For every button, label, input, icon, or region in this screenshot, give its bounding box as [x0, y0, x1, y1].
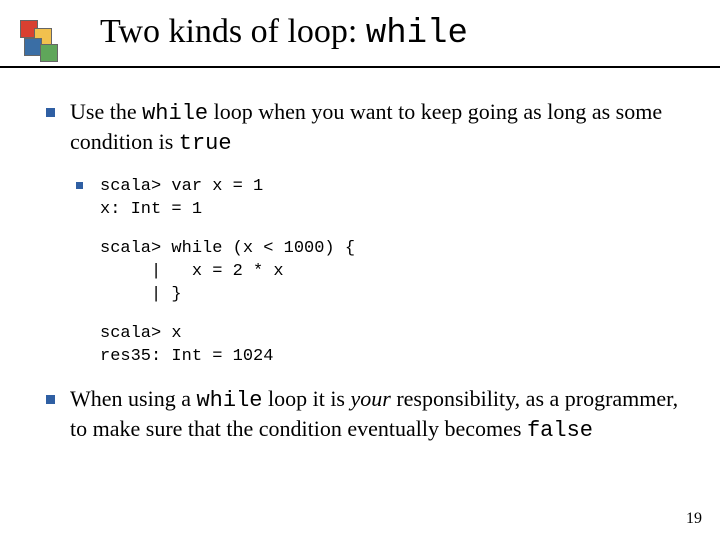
title-code: while: [366, 15, 468, 53]
slide-title: Two kinds of loop: while: [100, 13, 468, 53]
bullet-2-code-a: while: [196, 388, 262, 413]
bullet-2-emph: your: [351, 386, 391, 411]
slide-body: Use the while loop when you want to keep…: [0, 68, 720, 445]
logo-icon: [20, 20, 68, 68]
bullet-1-code-a: while: [142, 101, 208, 126]
slide: Two kinds of loop: while Use the while l…: [0, 0, 720, 540]
title-text: Two kinds of loop:: [100, 13, 366, 50]
code-block-2: scala> while (x < 1000) { | x = 2 * x | …: [70, 238, 680, 307]
page-number: 19: [686, 510, 702, 528]
bullet-2-code-b: false: [527, 418, 593, 443]
bullet-1-text-a: Use the: [70, 99, 142, 124]
bullet-1: Use the while loop when you want to keep…: [40, 98, 680, 158]
bullet-2-text-a: When using a: [70, 386, 196, 411]
slide-header: Two kinds of loop: while: [0, 0, 720, 68]
bullet-1-code-b: true: [179, 131, 232, 156]
code-block-1: scala> var x = 1 x: Int = 1: [70, 176, 680, 222]
code-block-3: scala> x res35: Int = 1024: [70, 323, 680, 369]
bullet-2-text-b: loop it is: [262, 386, 350, 411]
bullet-2: When using a while loop it is your respo…: [40, 385, 680, 445]
